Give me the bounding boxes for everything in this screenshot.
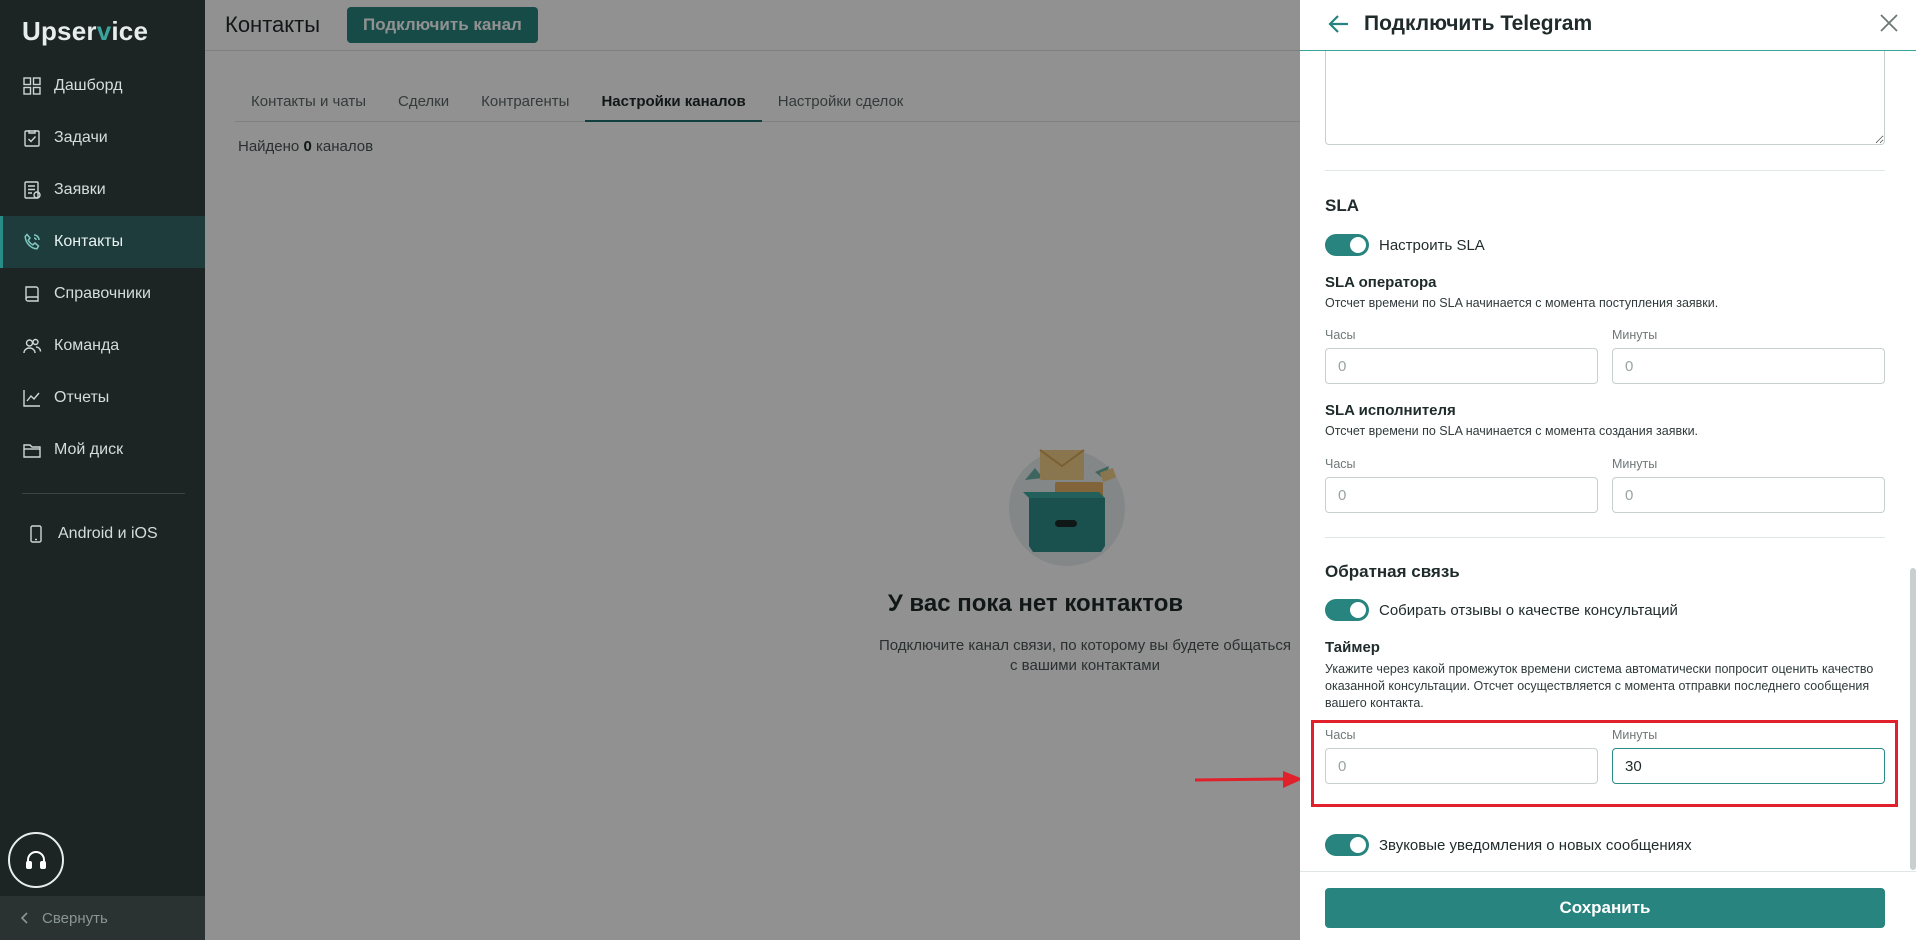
drawer-title: Подключить Telegram [1364,12,1593,35]
sla-toggle[interactable] [1325,234,1369,256]
annotation-highlight-box [1311,720,1898,807]
tasks-icon [24,130,40,147]
feedback-toggle-label: Собирать отзывы о качестве консультаций [1379,601,1678,619]
team-icon [23,338,42,354]
drawer-header: Подключить Telegram [1300,0,1916,51]
sla-operator-hours-input[interactable] [1325,348,1598,384]
sla-operator-minutes-input[interactable] [1612,348,1885,384]
connect-telegram-drawer: Подключить Telegram SLA Настроить SLA SL… [1300,0,1916,940]
collapse-sidebar-button[interactable]: Свернуть [0,896,205,940]
timer-title: Таймер [1325,639,1380,656]
sidebar-item-label: Заявки [54,181,106,198]
sla-toggle-label: Настроить SLA [1379,236,1485,254]
phone-icon [30,525,42,543]
feedback-section-title: Обратная связь [1325,562,1460,581]
sidebar-item-label: Задачи [54,129,108,146]
sidebar-item-directories[interactable]: Справочники [0,268,205,320]
annotation-arrow [1195,771,1303,788]
modal-backdrop[interactable] [205,0,1300,940]
sidebar-item-label: Справочники [54,285,151,302]
headset-icon [26,851,46,869]
sla-executor-title: SLA исполнителя [1325,402,1456,419]
sla-executor-desc: Отсчет времени по SLA начинается с момен… [1325,424,1699,438]
sla-executor-hours-input[interactable] [1325,477,1598,513]
sidebar-item-team[interactable]: Команда [0,320,205,372]
sla-toggle-row: Настроить SLA [1325,234,1485,256]
feedback-toggle[interactable] [1325,599,1369,621]
sidebar-item-reports[interactable]: Отчеты [0,372,205,424]
sla-operator-title: SLA оператора [1325,274,1437,291]
requests-icon [24,181,41,199]
sidebar-mobile-section: Android и iOS [0,508,205,560]
sidebar-item-dashboard[interactable]: Дашборд [0,60,205,112]
close-icon[interactable] [1878,12,1900,34]
sound-notifications-toggle[interactable] [1325,834,1369,856]
sidebar-item-label: Контакты [54,233,124,250]
sidebar-item-tasks[interactable]: Задачи [0,112,205,164]
sla-executor-hours-label: Часы [1325,457,1356,471]
message-textarea[interactable] [1325,50,1885,145]
sla-section-title: SLA [1325,196,1359,215]
sidebar-item-mobile-apps[interactable]: Android и iOS [0,508,205,560]
section-divider [1325,537,1885,538]
contacts-icon [24,233,40,250]
back-arrow-icon[interactable] [1327,12,1351,36]
sidebar-item-label: Android и iOS [58,525,158,542]
sidebar-divider [22,493,185,494]
timer-desc: Укажите через какой промежуток времени с… [1325,662,1874,710]
sidebar-item-my-disk[interactable]: Мой диск [0,424,205,476]
sidebar-item-label: Дашборд [54,77,123,94]
chevron-left-icon [20,912,28,924]
sla-executor-minutes-input[interactable] [1612,477,1885,513]
sidebar-item-label: Мой диск [54,441,124,458]
folder-icon [23,444,41,458]
feedback-toggle-row: Собирать отзывы о качестве консультаций [1325,599,1678,621]
sidebar: Upservice Дашборд Задачи Заявки Контакты… [0,0,205,940]
chart-icon [23,390,40,407]
drawer-scrollbar[interactable] [1910,568,1916,870]
sound-toggle-label: Звуковые уведомления о новых сообщениях [1379,836,1692,854]
book-icon [25,286,39,302]
support-button[interactable] [8,832,64,888]
save-button[interactable]: Сохранить [1325,888,1885,928]
sidebar-item-contacts[interactable]: Контакты [0,216,205,268]
section-divider [1325,170,1885,171]
sidebar-nav: Дашборд Задачи Заявки Контакты Справочни… [0,60,205,476]
sidebar-item-label: Отчеты [54,389,110,406]
sidebar-item-requests[interactable]: Заявки [0,164,205,216]
app-logo[interactable]: Upservice [22,16,148,47]
dashboard-icon [23,77,41,95]
sound-toggle-row: Звуковые уведомления о новых сообщениях [1325,834,1692,856]
footer-divider [1300,871,1916,872]
sla-operator-minutes-label: Минуты [1612,328,1658,342]
collapse-label: Свернуть [42,909,108,927]
sla-operator-desc: Отсчет времени по SLA начинается с момен… [1325,296,1719,310]
sla-executor-minutes-label: Минуты [1612,457,1658,471]
sidebar-item-label: Команда [54,337,120,354]
sla-operator-hours-label: Часы [1325,328,1356,342]
